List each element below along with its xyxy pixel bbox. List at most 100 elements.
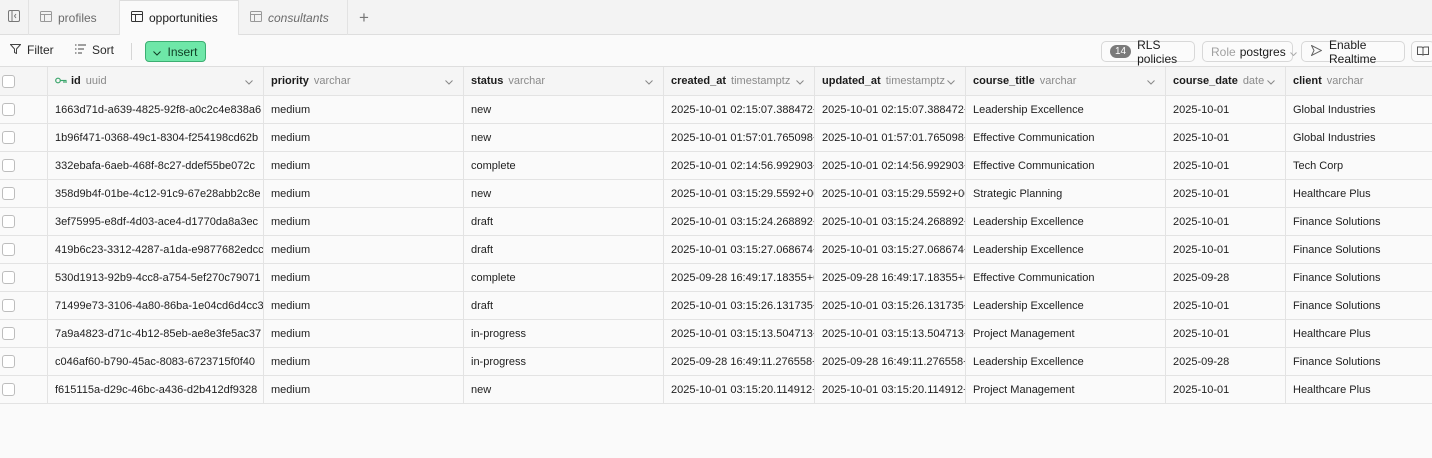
cell-course-title[interactable]: Strategic Planning [966,180,1166,207]
cell-status[interactable]: new [464,124,664,151]
cell-created-at[interactable]: 2025-10-01 03:15:26.131735+00 [664,292,815,319]
row-checkbox[interactable] [2,159,15,172]
sidebar-toggle-button[interactable] [0,0,29,35]
cell-priority[interactable]: medium [264,348,464,375]
cell-status[interactable]: new [464,96,664,123]
column-header-status[interactable]: status varchar [464,67,664,95]
cell-course-title[interactable]: Effective Communication [966,264,1166,291]
role-selector[interactable]: Role postgres [1202,41,1297,62]
cell-priority[interactable]: medium [264,96,464,123]
cell-created-at[interactable]: 2025-10-01 02:14:56.992903+00 [664,152,815,179]
cell-id[interactable]: 419b6c23-3312-4287-a1da-e9877682edcc [48,236,264,263]
cell-priority[interactable]: medium [264,292,464,319]
cell-client[interactable]: Healthcare Plus [1286,320,1432,347]
cell-course-date[interactable]: 2025-09-28 [1166,264,1286,291]
table-row[interactable]: f615115a-d29c-46bc-a436-d2b412df9328 med… [0,376,1432,404]
cell-created-at[interactable]: 2025-10-01 03:15:13.504713+00 [664,320,815,347]
row-checkbox[interactable] [2,299,15,312]
cell-created-at[interactable]: 2025-10-01 02:15:07.388472+00 [664,96,815,123]
table-row[interactable]: 71499e73-3106-4a80-86ba-1e04cd6d4cc3 med… [0,292,1432,320]
chevron-down-icon[interactable] [1147,76,1155,88]
column-header-client[interactable]: client varchar [1286,67,1432,95]
chevron-down-icon[interactable] [947,76,955,88]
row-checkbox[interactable] [2,187,15,200]
cell-priority[interactable]: medium [264,180,464,207]
cell-updated-at[interactable]: 2025-10-01 02:14:56.992903+00 [815,152,966,179]
cell-course-title[interactable]: Effective Communication [966,124,1166,151]
cell-updated-at[interactable]: 2025-10-01 02:15:07.388472+00 [815,96,966,123]
cell-course-date[interactable]: 2025-10-01 [1166,124,1286,151]
tab-consultants[interactable]: consultants [239,0,348,35]
cell-priority[interactable]: medium [264,264,464,291]
row-checkbox[interactable] [2,383,15,396]
add-tab-button[interactable]: + [348,0,380,35]
table-row[interactable]: 1b96f471-0368-49c1-8304-f254198cd62b med… [0,124,1432,152]
cell-updated-at[interactable]: 2025-09-28 16:49:11.276558+00 [815,348,966,375]
cell-priority[interactable]: medium [264,376,464,403]
enable-realtime-button[interactable]: Enable Realtime [1301,38,1405,66]
cell-course-date[interactable]: 2025-10-01 [1166,208,1286,235]
table-row[interactable]: 358d9b4f-01be-4c12-91c9-67e28abb2c8e med… [0,180,1432,208]
cell-updated-at[interactable]: 2025-10-01 03:15:26.131735+00 [815,292,966,319]
cell-status[interactable]: in-progress [464,348,664,375]
cell-created-at[interactable]: 2025-10-01 03:15:27.068674+00 [664,236,815,263]
cell-status[interactable]: draft [464,236,664,263]
cell-id[interactable]: c046af60-b790-45ac-8083-6723715f0f40 [48,348,264,375]
cell-id[interactable]: 530d1913-92b9-4cc8-a754-5ef270c79071 [48,264,264,291]
cell-course-date[interactable]: 2025-10-01 [1166,236,1286,263]
filter-button[interactable]: Filter [9,43,54,57]
tab-profiles[interactable]: profiles [29,0,120,35]
cell-updated-at[interactable]: 2025-10-01 03:15:27.068674+00 [815,236,966,263]
cell-status[interactable]: in-progress [464,320,664,347]
cell-updated-at[interactable]: 2025-10-01 03:15:24.268892+00 [815,208,966,235]
cell-created-at[interactable]: 2025-10-01 03:15:20.114912+00 [664,376,815,403]
cell-client[interactable]: Finance Solutions [1286,348,1432,375]
table-row[interactable]: 7a9a4823-d71c-4b12-85eb-ae8e3fe5ac37 med… [0,320,1432,348]
table-row[interactable]: 3ef75995-e8df-4d03-ace4-d1770da8a3ec med… [0,208,1432,236]
row-checkbox[interactable] [2,215,15,228]
cell-created-at[interactable]: 2025-09-28 16:49:17.18355+00 [664,264,815,291]
column-header-course-date[interactable]: course_date date [1166,67,1286,95]
row-checkbox[interactable] [2,131,15,144]
cell-course-title[interactable]: Leadership Excellence [966,96,1166,123]
column-header-created-at[interactable]: created_at timestamptz [664,67,815,95]
cell-id[interactable]: 71499e73-3106-4a80-86ba-1e04cd6d4cc3 [48,292,264,319]
cell-client[interactable]: Global Industries [1286,96,1432,123]
rls-policies-button[interactable]: 14 RLS policies [1101,38,1195,66]
cell-priority[interactable]: medium [264,320,464,347]
cell-id[interactable]: 7a9a4823-d71c-4b12-85eb-ae8e3fe5ac37 [48,320,264,347]
chevron-down-icon[interactable] [445,76,453,88]
cell-client[interactable]: Finance Solutions [1286,208,1432,235]
cell-created-at[interactable]: 2025-10-01 03:15:29.5592+00 [664,180,815,207]
row-checkbox[interactable] [2,243,15,256]
cell-priority[interactable]: medium [264,152,464,179]
cell-course-title[interactable]: Leadership Excellence [966,236,1166,263]
cell-status[interactable]: new [464,180,664,207]
chevron-down-icon[interactable] [645,76,653,88]
table-row[interactable]: 530d1913-92b9-4cc8-a754-5ef270c79071 med… [0,264,1432,292]
cell-created-at[interactable]: 2025-09-28 16:49:11.276558+00 [664,348,815,375]
cell-course-date[interactable]: 2025-10-01 [1166,180,1286,207]
select-all-checkbox[interactable] [2,74,15,88]
row-checkbox[interactable] [2,271,15,284]
cell-course-title[interactable]: Project Management [966,320,1166,347]
row-checkbox[interactable] [2,327,15,340]
column-header-id[interactable]: id uuid [48,67,264,95]
cell-id[interactable]: f615115a-d29c-46bc-a436-d2b412df9328 [48,376,264,403]
cell-course-title[interactable]: Leadership Excellence [966,208,1166,235]
cell-priority[interactable]: medium [264,124,464,151]
cell-priority[interactable]: medium [264,236,464,263]
sort-button[interactable]: Sort [75,43,114,57]
cell-id[interactable]: 3ef75995-e8df-4d03-ace4-d1770da8a3ec [48,208,264,235]
cell-course-title[interactable]: Leadership Excellence [966,348,1166,375]
tab-opportunities[interactable]: opportunities [120,0,239,35]
chevron-down-icon[interactable] [1267,76,1275,88]
row-checkbox[interactable] [2,103,15,116]
chevron-down-icon[interactable] [245,76,253,88]
cell-client[interactable]: Healthcare Plus [1286,376,1432,403]
cell-id[interactable]: 358d9b4f-01be-4c12-91c9-67e28abb2c8e [48,180,264,207]
cell-course-date[interactable]: 2025-10-01 [1166,292,1286,319]
cell-status[interactable]: complete [464,152,664,179]
cell-course-title[interactable]: Leadership Excellence [966,292,1166,319]
row-checkbox[interactable] [2,355,15,368]
